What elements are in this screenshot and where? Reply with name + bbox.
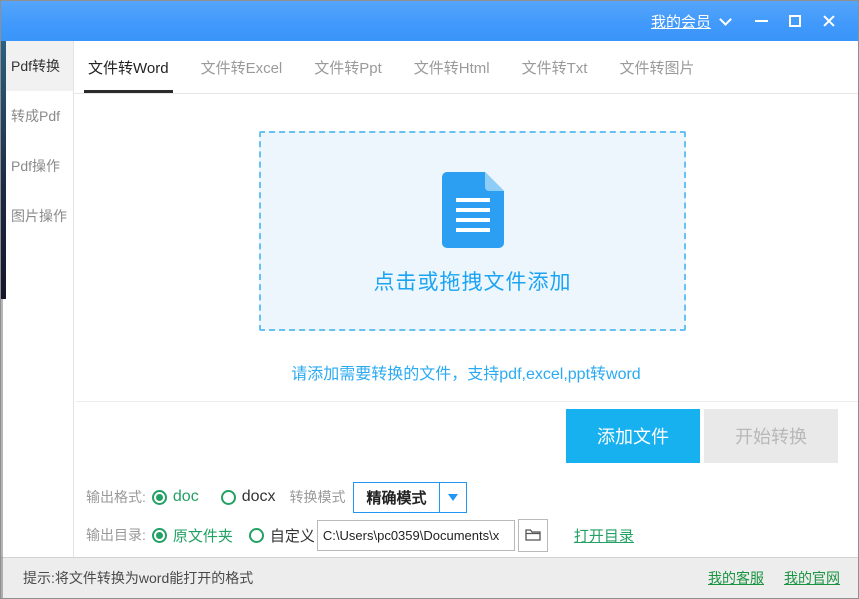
convert-mode-value: 精确模式 — [354, 483, 438, 512]
minimize-icon — [755, 20, 768, 22]
tab-label: 文件转Html — [414, 57, 490, 78]
tab-file-to-image[interactable]: 文件转图片 — [617, 41, 696, 93]
action-buttons: 添加文件 开始转换 — [566, 409, 838, 463]
radio-docx[interactable] — [221, 490, 236, 505]
start-convert-button[interactable]: 开始转换 — [704, 409, 838, 463]
tab-file-to-word[interactable]: 文件转Word — [86, 41, 171, 93]
membership-link[interactable]: 我的会员 — [651, 11, 711, 32]
radio-custom[interactable] — [249, 528, 264, 543]
tab-bar: 文件转Word 文件转Excel 文件转Ppt 文件转Html 文件转Txt 文… — [74, 41, 858, 94]
radio-doc[interactable] — [152, 490, 167, 505]
sidebar: Pdf转换 转成Pdf Pdf操作 图片操作 — [1, 41, 74, 557]
radio-original-folder[interactable] — [152, 528, 167, 543]
tab-label: 文件转Ppt — [314, 57, 382, 78]
sidebar-item-pdf-ops[interactable]: Pdf操作 — [1, 141, 73, 191]
sidebar-item-label: Pdf操作 — [11, 156, 60, 176]
output-format-label: 输出格式: — [86, 487, 146, 507]
dropzone-label: 点击或拖拽文件添加 — [374, 266, 572, 296]
tab-label: 文件转Excel — [201, 57, 283, 78]
folder-icon — [525, 528, 541, 542]
customer-service-link[interactable]: 我的客服 — [708, 568, 764, 588]
tab-file-to-excel[interactable]: 文件转Excel — [199, 41, 285, 93]
chevron-down-icon[interactable] — [719, 13, 732, 26]
title-bar: 我的会员 — [1, 1, 858, 41]
official-site-link[interactable]: 我的官网 — [784, 568, 840, 588]
radio-doc-label[interactable]: doc — [173, 488, 199, 506]
open-directory-link[interactable]: 打开目录 — [574, 525, 634, 546]
convert-mode-dropdown[interactable]: 精确模式 — [353, 482, 466, 513]
left-dark-strip — [1, 41, 6, 299]
sidebar-item-image-ops[interactable]: 图片操作 — [1, 191, 73, 241]
sidebar-item-label: 图片操作 — [11, 206, 67, 226]
radio-custom-label[interactable]: 自定义 — [270, 525, 315, 546]
output-directory-row: 输出目录: 原文件夹 自定义 打开目录 — [86, 519, 634, 551]
status-tip: 提示:将文件转换为word能打开的格式 — [23, 568, 253, 588]
tab-label: 文件转图片 — [619, 57, 694, 78]
document-icon — [442, 172, 504, 248]
maximize-button[interactable] — [778, 7, 812, 35]
hint-text: 请添加需要转换的文件，支持pdf,excel,ppt转word — [74, 360, 858, 384]
maximize-icon — [789, 15, 801, 27]
status-bar: 提示:将文件转换为word能打开的格式 我的客服 我的官网 — [1, 557, 858, 598]
close-button[interactable] — [812, 7, 846, 35]
browse-folder-button[interactable] — [518, 519, 548, 552]
tab-label: 文件转Word — [88, 57, 169, 78]
left-window-edge — [1, 299, 3, 598]
main-content: 点击或拖拽文件添加 请添加需要转换的文件，支持pdf,excel,ppt转wor… — [74, 94, 858, 557]
sidebar-item-label: 转成Pdf — [11, 106, 60, 126]
tab-file-to-txt[interactable]: 文件转Txt — [520, 41, 590, 93]
close-icon — [822, 14, 836, 28]
minimize-button[interactable] — [744, 7, 778, 35]
output-path-input[interactable] — [317, 520, 515, 551]
divider — [76, 401, 858, 402]
output-directory-label: 输出目录: — [86, 525, 146, 545]
add-files-button[interactable]: 添加文件 — [566, 409, 700, 463]
radio-original-folder-label[interactable]: 原文件夹 — [173, 525, 233, 546]
tab-label: 文件转Txt — [522, 57, 588, 78]
radio-docx-label[interactable]: docx — [242, 488, 276, 506]
status-links: 我的客服 我的官网 — [708, 568, 840, 588]
tab-file-to-html[interactable]: 文件转Html — [412, 41, 492, 93]
file-drop-zone[interactable]: 点击或拖拽文件添加 — [259, 131, 686, 331]
sidebar-item-to-pdf[interactable]: 转成Pdf — [1, 91, 73, 141]
output-format-row: 输出格式: doc docx 转换模式 精确模式 — [86, 481, 467, 513]
tab-file-to-ppt[interactable]: 文件转Ppt — [312, 41, 384, 93]
sidebar-item-label: Pdf转换 — [11, 56, 60, 76]
convert-mode-label: 转换模式 — [289, 487, 345, 507]
dropdown-arrow-button[interactable] — [439, 483, 466, 512]
sidebar-item-pdf-convert[interactable]: Pdf转换 — [1, 41, 73, 91]
caret-down-icon — [448, 494, 458, 501]
app-window: 我的会员 Pdf转换 转成Pdf Pdf操作 图片操作 文件转Word 文件转E… — [0, 0, 859, 599]
